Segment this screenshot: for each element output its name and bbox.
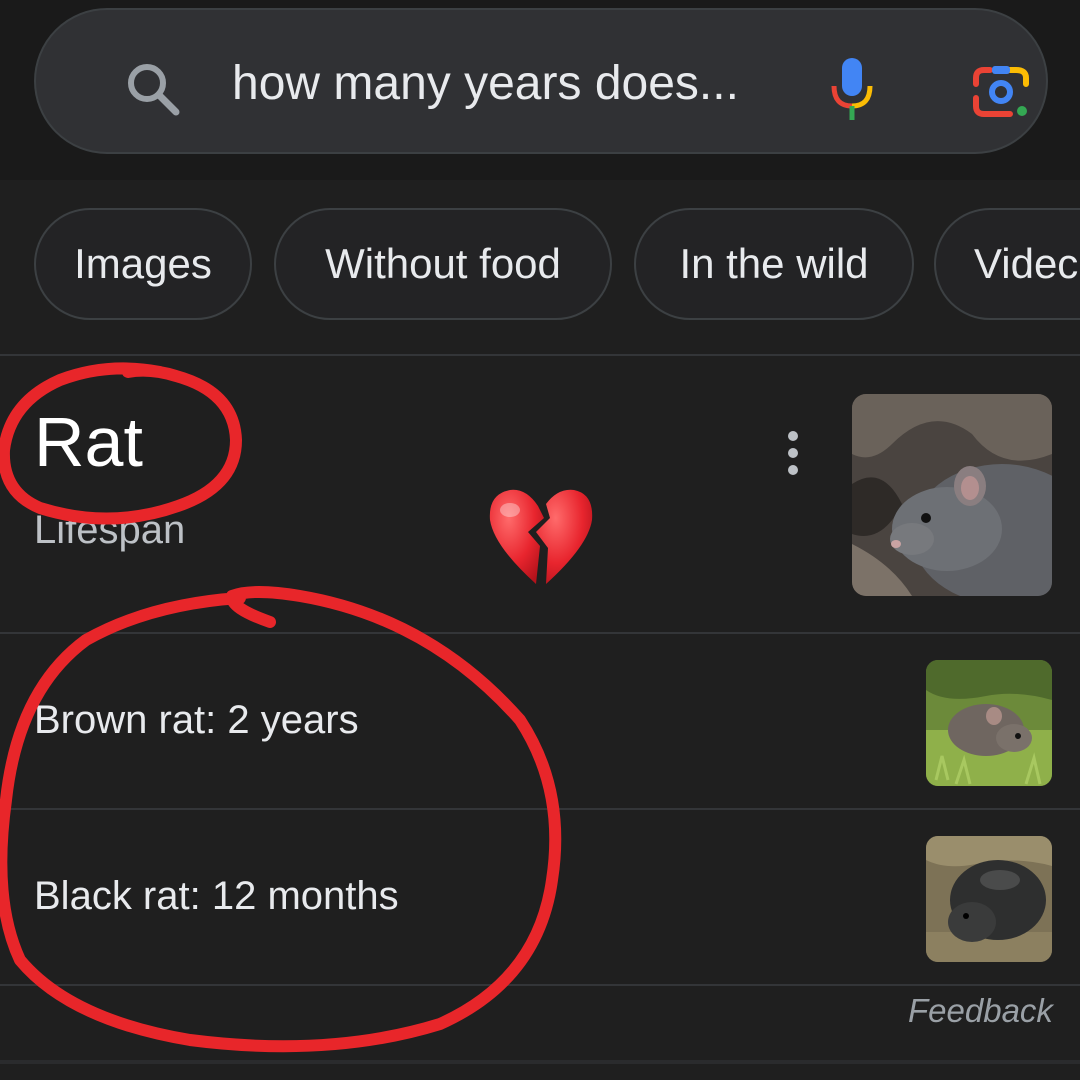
google-lens-icon[interactable]	[970, 64, 1032, 120]
search-bar[interactable]: how many years does...	[34, 8, 1048, 154]
search-filter-chips: Images Without food In the wild Videc	[0, 208, 1080, 324]
annotation-circle-lifespans	[0, 586, 562, 1053]
feedback-link[interactable]: Feedback	[908, 992, 1053, 1030]
chip-label: Images	[74, 240, 212, 287]
search-results-screen: how many years does... Images Without fo…	[0, 0, 1080, 1080]
black-rat-lifespan[interactable]: Black rat: 12 months	[34, 874, 399, 919]
result-title: Rat	[34, 403, 143, 481]
search-icon[interactable]	[124, 60, 182, 118]
chip-videos[interactable]: Videc	[934, 208, 1080, 320]
black-rat-thumbnail[interactable]	[926, 836, 1052, 962]
brown-rat-thumbnail[interactable]	[926, 660, 1052, 786]
divider	[0, 1060, 1080, 1064]
chip-label: In the wild	[679, 240, 869, 287]
chip-label: Videc	[974, 240, 1079, 287]
divider	[0, 808, 1080, 810]
chip-images[interactable]: Images	[34, 208, 252, 320]
chip-label: Without food	[325, 240, 561, 287]
divider	[0, 354, 1080, 356]
divider	[0, 632, 1080, 634]
header: how many years does...	[0, 0, 1080, 180]
chip-in-the-wild[interactable]: In the wild	[634, 208, 914, 320]
more-options-icon[interactable]	[778, 428, 808, 478]
search-query-text[interactable]: how many years does...	[232, 56, 739, 111]
rat-thumbnail-image[interactable]	[852, 394, 1052, 596]
divider	[0, 984, 1080, 986]
broken-heart-emoji	[489, 489, 593, 584]
result-subtitle: Lifespan	[34, 508, 186, 552]
brown-rat-lifespan[interactable]: Brown rat: 2 years	[34, 698, 359, 743]
chip-without-food[interactable]: Without food	[274, 208, 612, 320]
mic-icon[interactable]	[826, 56, 878, 124]
